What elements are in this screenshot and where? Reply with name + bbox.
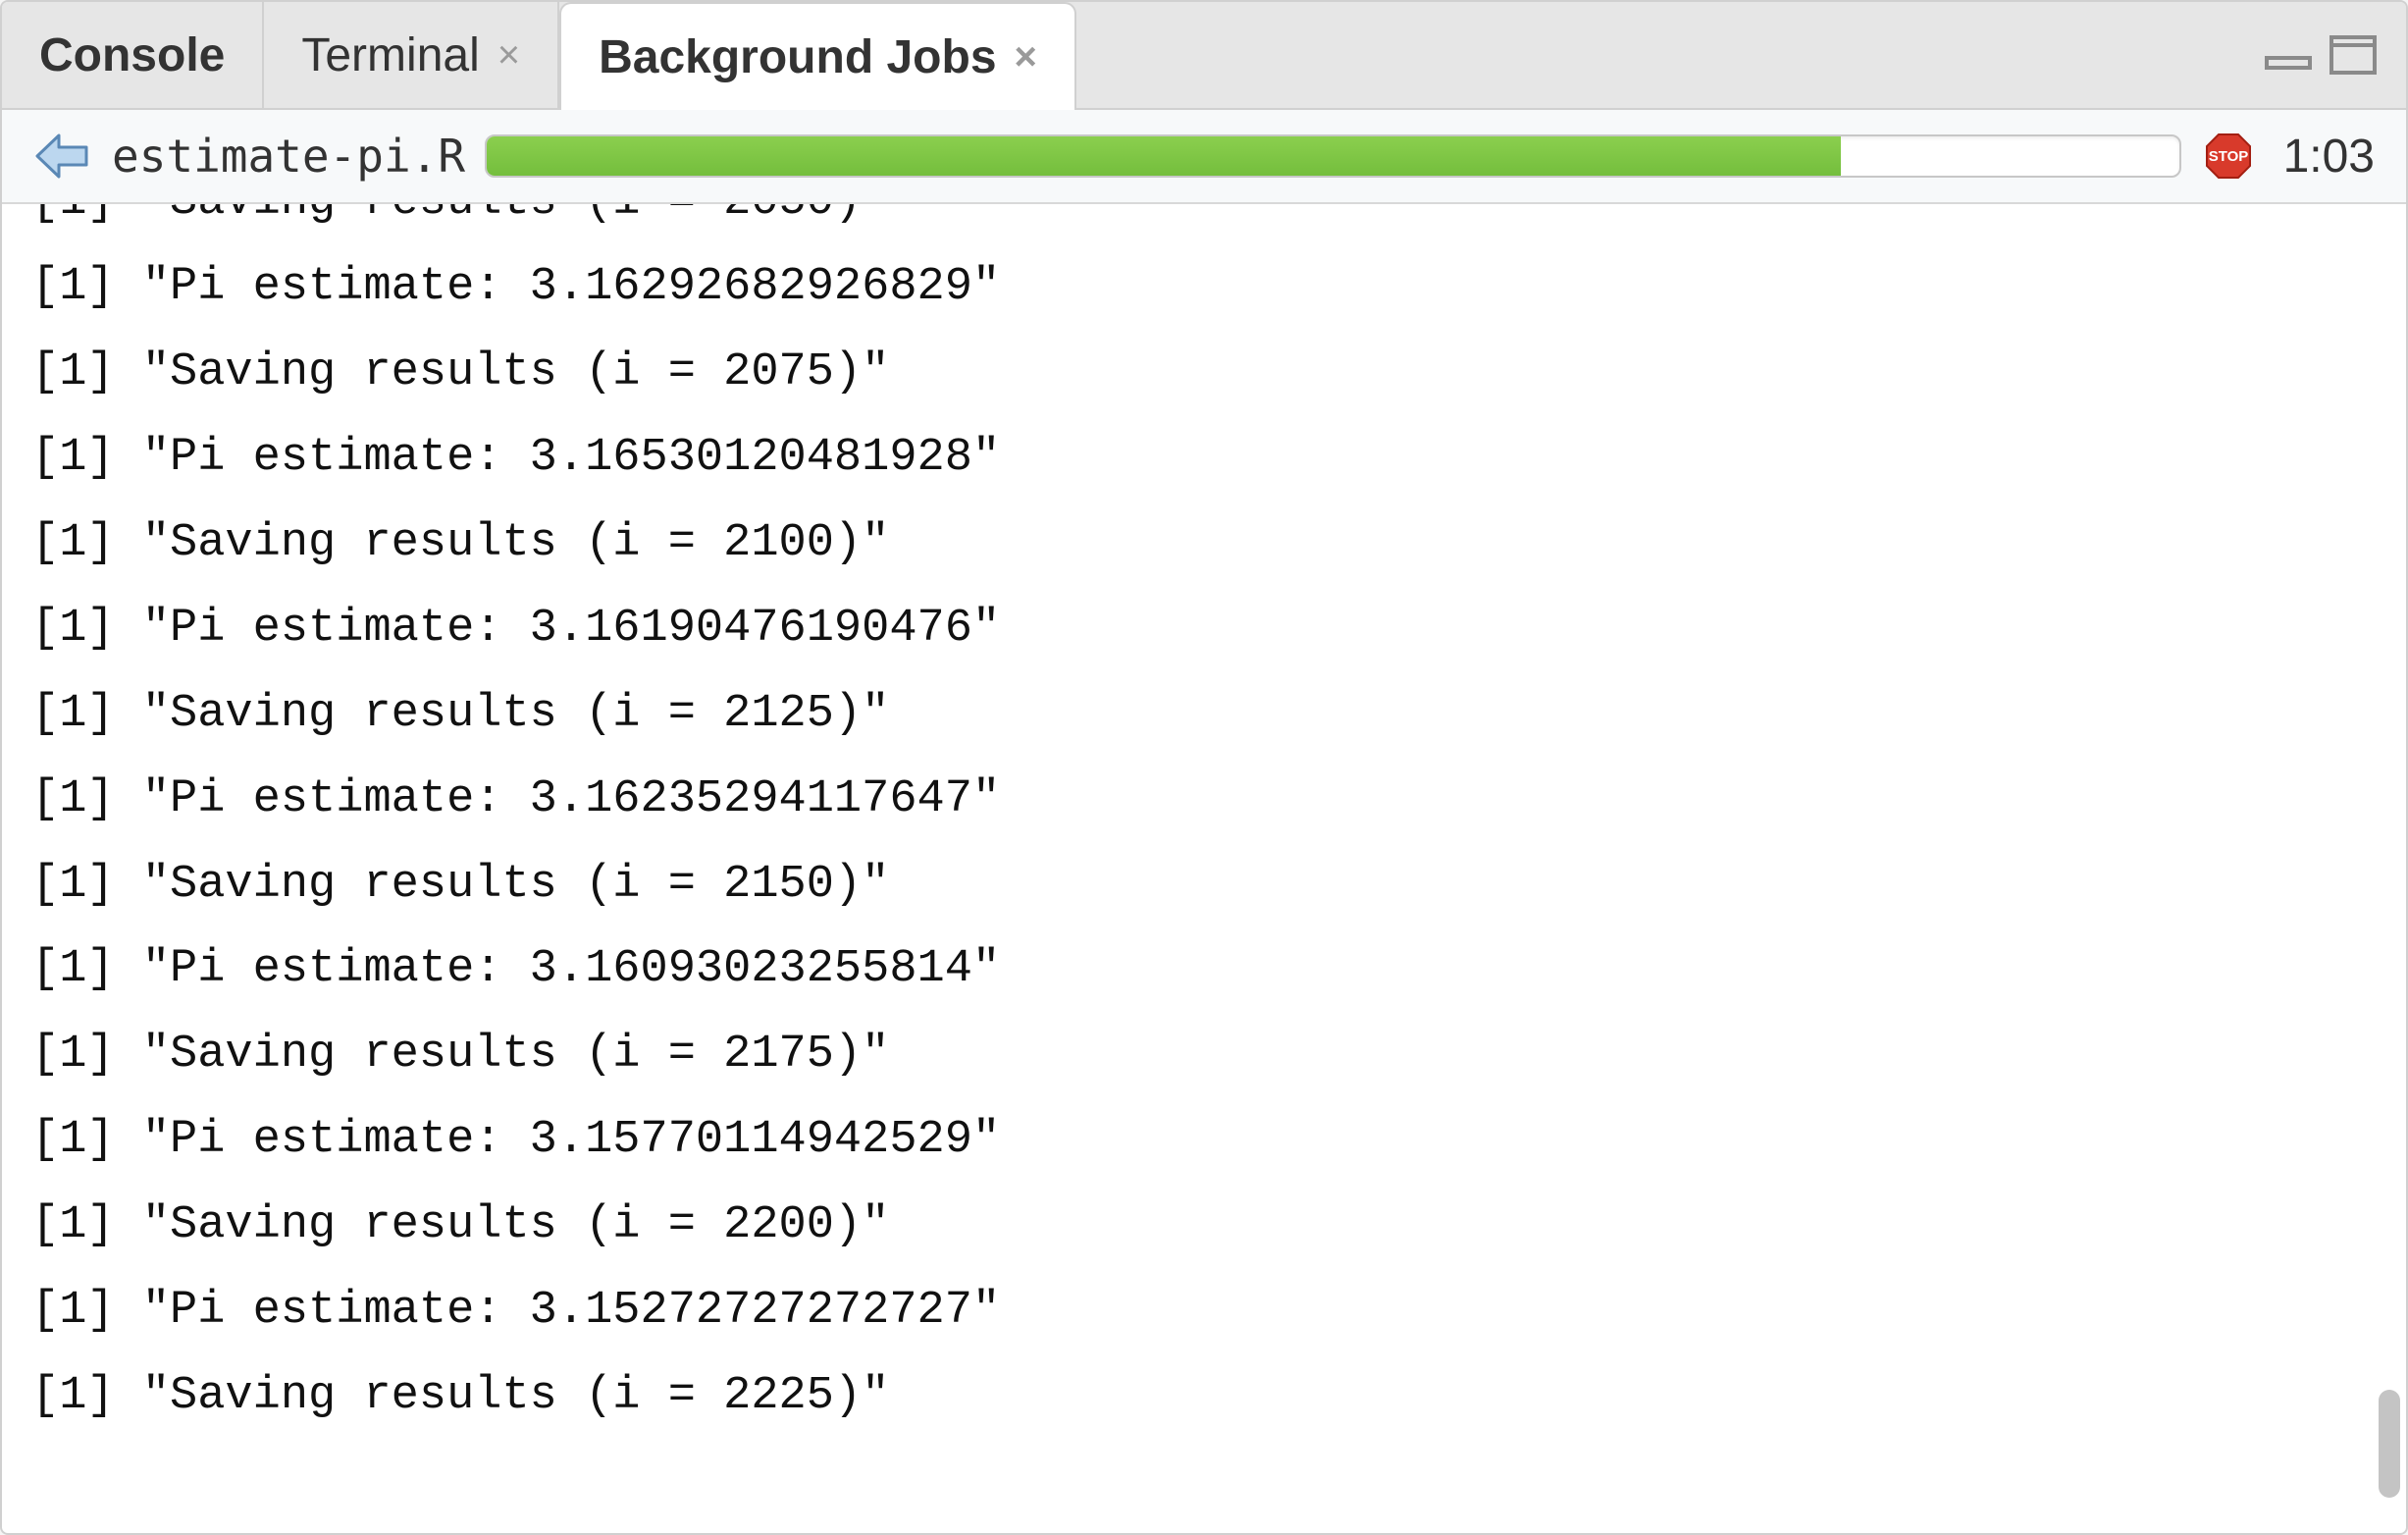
- console-line: [1] "Saving results (i = 2175)": [31, 1013, 2406, 1098]
- scrollbar-thumb[interactable]: [2379, 1390, 2400, 1498]
- console-line: [1] "Pi estimate: 3.15770114942529": [31, 1098, 2406, 1184]
- tab-background-jobs[interactable]: Background Jobs ×: [559, 2, 1076, 110]
- elapsed-time: 1:03: [2276, 130, 2375, 184]
- tab-terminal[interactable]: Terminal ×: [264, 2, 559, 108]
- console-line: [1] "Saving results (i = 2125)": [31, 672, 2406, 758]
- console-line: [1] "Pi estimate: 3.16093023255814": [31, 927, 2406, 1013]
- console-line: [1] "Saving results (i = 2075)": [31, 331, 2406, 416]
- background-jobs-pane: Console Terminal × Background Jobs ×: [0, 0, 2408, 1535]
- console-line: [1] "Saving results (i = 2200)": [31, 1184, 2406, 1269]
- progress-fill: [487, 136, 1841, 176]
- console-output[interactable]: [1] "Saving results (i = 2050)"[1] "Pi e…: [2, 204, 2406, 1533]
- close-icon[interactable]: ×: [1015, 37, 1037, 77]
- stop-button[interactable]: STOP: [2201, 129, 2256, 184]
- tab-bar: Console Terminal × Background Jobs ×: [2, 2, 2406, 110]
- console-line: [1] "Pi estimate: 3.16530120481928": [31, 416, 2406, 502]
- console-line: [1] "Pi estimate: 3.16190476190476": [31, 587, 2406, 672]
- tab-console[interactable]: Console: [2, 2, 264, 108]
- window-controls: [2263, 2, 2406, 108]
- console-line: [1] "Pi estimate: 3.16235294117647": [31, 758, 2406, 843]
- maximize-icon[interactable]: [2328, 33, 2379, 77]
- progress-bar: [485, 134, 2181, 178]
- tab-spacer: [1076, 2, 2263, 108]
- minimize-icon[interactable]: [2263, 40, 2314, 70]
- console-line: [1] "Pi estimate: 3.15272727272727": [31, 1269, 2406, 1354]
- tab-label: Console: [39, 28, 225, 82]
- console-line: [1] "Saving results (i = 2050)": [31, 204, 2406, 245]
- console-line: [1] "Saving results (i = 2225)": [31, 1354, 2406, 1440]
- job-script-name: estimate-pi.R: [112, 130, 465, 183]
- tab-label: Background Jobs: [599, 30, 996, 84]
- tab-label: Terminal: [301, 28, 479, 82]
- close-icon[interactable]: ×: [497, 35, 520, 75]
- svg-text:STOP: STOP: [2208, 148, 2248, 165]
- back-arrow-icon[interactable]: [31, 132, 92, 181]
- console-line: [1] "Pi estimate: 3.16292682926829": [31, 245, 2406, 331]
- job-header: estimate-pi.R STOP 1:03: [2, 110, 2406, 204]
- console-line: [1] "Saving results (i = 2100)": [31, 502, 2406, 587]
- console-line: [1] "Saving results (i = 2150)": [31, 843, 2406, 928]
